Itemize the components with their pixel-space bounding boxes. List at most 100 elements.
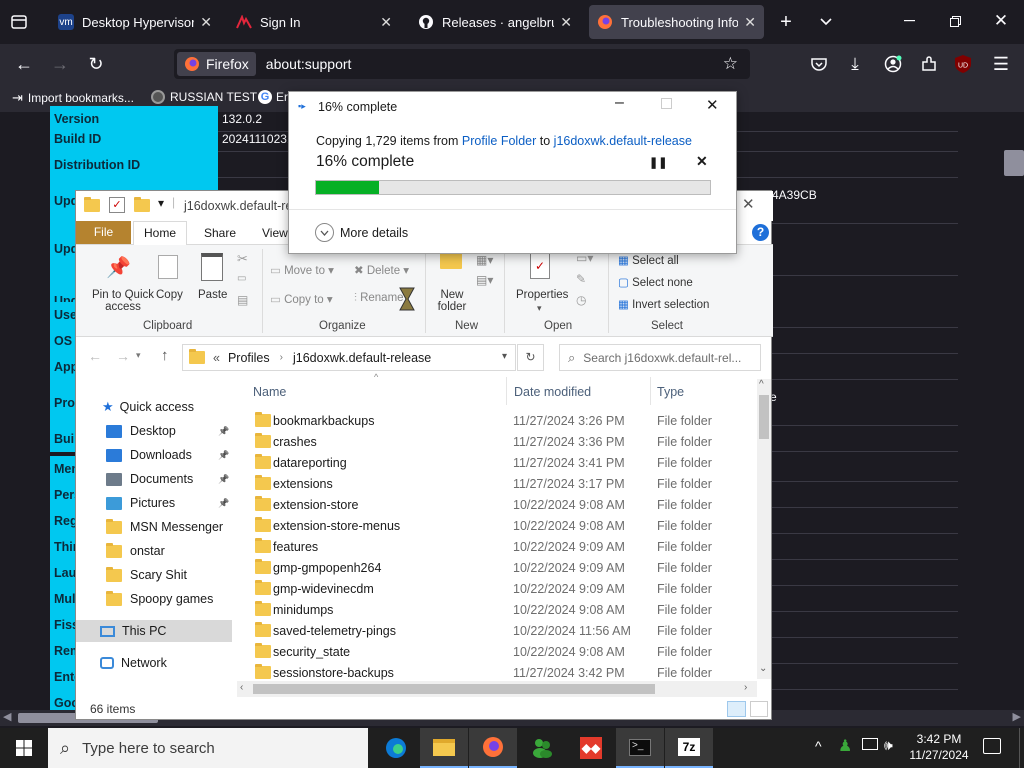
- menu-icon[interactable]: ☰: [988, 52, 1014, 76]
- file-row[interactable]: sessionstore-backups 11/27/2024 3:42 PM Fi…: [253, 662, 749, 683]
- tab-share[interactable]: Share: [204, 226, 236, 240]
- taskbar-file-explorer[interactable]: [420, 728, 468, 768]
- tab-sign-in[interactable]: Sign In ✕: [228, 5, 400, 39]
- msn-tray-icon[interactable]: ♟: [838, 736, 852, 756]
- scroll-right-icon[interactable]: ▶: [1013, 710, 1021, 723]
- copy-icon[interactable]: [158, 255, 178, 279]
- copy-path-icon[interactable]: ▭: [237, 273, 246, 284]
- address-bar[interactable]: « Profiles › j16doxwk.default-release ▾: [182, 344, 516, 371]
- taskbar-7zip[interactable]: 7z: [665, 728, 713, 768]
- breadcrumb-chevron-icon[interactable]: ›: [280, 352, 283, 363]
- downloads-icon[interactable]: ⤓: [842, 52, 868, 76]
- breadcrumb-overflow-icon[interactable]: «: [213, 351, 220, 365]
- pinned-icon[interactable]: 📌: [218, 426, 229, 437]
- easy-access-icon[interactable]: ▤▾: [476, 273, 493, 287]
- properties-quick-icon[interactable]: ✓: [109, 197, 125, 213]
- ublock-icon[interactable]: UD: [952, 53, 974, 75]
- pinned-icon[interactable]: 📌: [218, 474, 229, 485]
- notifications-icon[interactable]: [983, 738, 1001, 754]
- identity-box[interactable]: Firefox: [177, 52, 256, 76]
- file-row[interactable]: crashes 11/27/2024 3:36 PM File folder: [253, 431, 749, 452]
- pause-icon[interactable]: ❚❚: [649, 156, 667, 169]
- new-folder-quick-icon[interactable]: [134, 197, 150, 212]
- file-row[interactable]: gmp-widevinecdm 10/22/2024 9:09 AM File fo…: [253, 578, 749, 599]
- search-box[interactable]: ⌕ Search j16doxwk.default-rel...: [559, 344, 761, 371]
- file-row[interactable]: bookmarkbackups 11/27/2024 3:26 PM File fo…: [253, 410, 749, 431]
- help-icon[interactable]: ?: [752, 224, 769, 241]
- file-row[interactable]: gmp-gmpopenh264 10/22/2024 9:09 AM File fo…: [253, 557, 749, 578]
- move-to-button[interactable]: ▭ Move to ▾: [270, 263, 334, 277]
- scroll-left-icon[interactable]: ◀: [3, 710, 11, 723]
- cut-icon[interactable]: ✂: [237, 251, 248, 267]
- nav-item-documents[interactable]: Documents 📌: [106, 468, 262, 490]
- bookmark-star-icon[interactable]: ☆: [723, 54, 738, 74]
- show-hidden-icons-icon[interactable]: ^: [815, 738, 822, 754]
- column-type[interactable]: Type: [657, 385, 684, 399]
- taskbar-msn-messenger[interactable]: [518, 728, 566, 768]
- account-icon[interactable]: [880, 52, 906, 76]
- pin-to-quick-access-button[interactable]: Pin to Quick access: [84, 289, 162, 313]
- customize-quick-access-icon[interactable]: ▾: [158, 196, 164, 210]
- large-icons-view-icon[interactable]: [750, 701, 768, 717]
- tab-file[interactable]: File: [76, 221, 131, 244]
- properties-button[interactable]: Properties: [516, 289, 568, 301]
- nav-item-spoopy-games[interactable]: Spoopy games: [106, 588, 262, 610]
- file-list-hscrollbar[interactable]: ‹ ›: [237, 681, 757, 697]
- copy-source-link[interactable]: Profile Folder: [462, 134, 536, 148]
- nav-quick-access[interactable]: ★ Quick access: [102, 396, 258, 418]
- select-all-button[interactable]: ▦ Select all: [618, 253, 679, 267]
- close-tab-icon[interactable]: ✕: [560, 14, 572, 31]
- paste-icon[interactable]: [201, 253, 223, 281]
- invert-selection-button[interactable]: ▦ Invert selection: [618, 297, 709, 311]
- edit-icon[interactable]: ✎: [576, 272, 586, 286]
- bookmark-import[interactable]: ⇥ Import bookmarks...: [12, 90, 134, 106]
- explorer-close-icon[interactable]: ✕: [742, 195, 755, 213]
- taskbar-terminal[interactable]: >_: [616, 728, 664, 768]
- extensions-icon[interactable]: [916, 52, 942, 76]
- tab-releases[interactable]: Releases · angelbruni/C ✕: [410, 5, 580, 39]
- new-item-icon[interactable]: ▦▾: [476, 253, 493, 267]
- scroll-down-icon[interactable]: ⌄: [759, 663, 767, 674]
- file-row[interactable]: extension-store-menus 10/22/2024 9:08 AM F…: [253, 515, 749, 536]
- column-date-modified[interactable]: Date modified: [514, 385, 591, 399]
- paste-button[interactable]: Paste: [198, 289, 227, 301]
- nav-up-icon[interactable]: ↑: [161, 347, 169, 364]
- new-tab-icon[interactable]: +: [774, 10, 798, 34]
- close-tab-icon[interactable]: ✕: [200, 14, 212, 31]
- file-row[interactable]: extension-store 10/22/2024 9:08 AM File fo…: [253, 494, 749, 515]
- recent-locations-icon[interactable]: ▾: [136, 350, 141, 361]
- tab-home[interactable]: Home: [133, 221, 187, 245]
- tab-troubleshooting[interactable]: Troubleshooting Inform ✕: [589, 5, 764, 39]
- close-tab-icon[interactable]: ✕: [744, 14, 756, 31]
- close-tab-icon[interactable]: ✕: [380, 14, 392, 31]
- nav-forward-icon[interactable]: →: [116, 348, 130, 364]
- hscroll-right-icon[interactable]: ›: [744, 682, 747, 693]
- nav-network[interactable]: Network: [100, 652, 256, 674]
- pinned-icon[interactable]: 📌: [218, 498, 229, 509]
- taskbar-search-box[interactable]: ⌕ Type here to search: [48, 728, 368, 768]
- network-tray-icon[interactable]: [862, 738, 878, 750]
- tab-desktop-hypervisor[interactable]: vm Desktop Hypervisor So ✕: [50, 5, 220, 39]
- select-none-button[interactable]: ▢ Select none: [618, 275, 693, 289]
- taskbar-anydesk[interactable]: ◆◆: [567, 728, 615, 768]
- address-dropdown-icon[interactable]: ▾: [502, 351, 507, 362]
- reload-icon[interactable]: ↻: [84, 52, 108, 76]
- close-icon[interactable]: ✕: [706, 96, 719, 114]
- file-row[interactable]: saved-telemetry-pings 10/22/2024 11:56 AM…: [253, 620, 749, 641]
- paste-shortcut-icon[interactable]: ▤: [237, 293, 248, 307]
- progress-title-bar[interactable]: ▪▸ 16% complete – ✕: [289, 92, 736, 122]
- nav-item-pictures[interactable]: Pictures 📌: [106, 492, 262, 514]
- copy-to-button[interactable]: ▭ Copy to ▾: [270, 292, 333, 306]
- scroll-up-icon[interactable]: ^: [759, 379, 764, 390]
- minimize-icon[interactable]: –: [615, 94, 624, 112]
- nav-item-onstar[interactable]: onstar: [106, 540, 262, 562]
- nav-item-msn-messenger[interactable]: MSN Messenger: [106, 516, 262, 538]
- file-row[interactable]: features 10/22/2024 9:09 AM File folder: [253, 536, 749, 557]
- minimize-icon[interactable]: [896, 8, 922, 34]
- list-all-tabs-icon[interactable]: [814, 10, 838, 34]
- start-button[interactable]: [0, 728, 48, 768]
- firefox-view-icon[interactable]: [8, 12, 30, 32]
- rename-button[interactable]: ⫶ Rename: [354, 292, 404, 305]
- column-name[interactable]: Name: [253, 385, 286, 399]
- nav-back-icon[interactable]: ←: [88, 348, 102, 364]
